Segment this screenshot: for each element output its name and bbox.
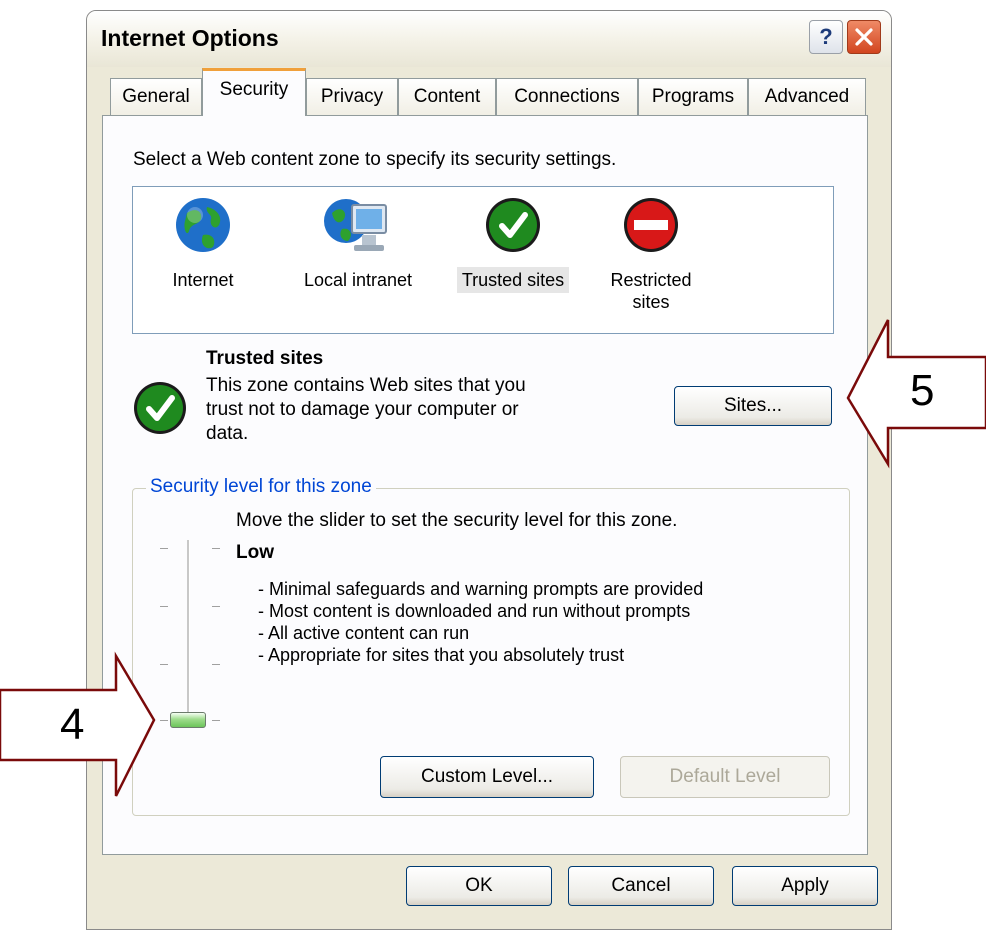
annotation-layer	[0, 319, 986, 797]
callout-label-4: 4	[60, 700, 85, 749]
callout-label-5: 5	[910, 366, 935, 415]
tab-security[interactable]: Security	[202, 68, 306, 116]
